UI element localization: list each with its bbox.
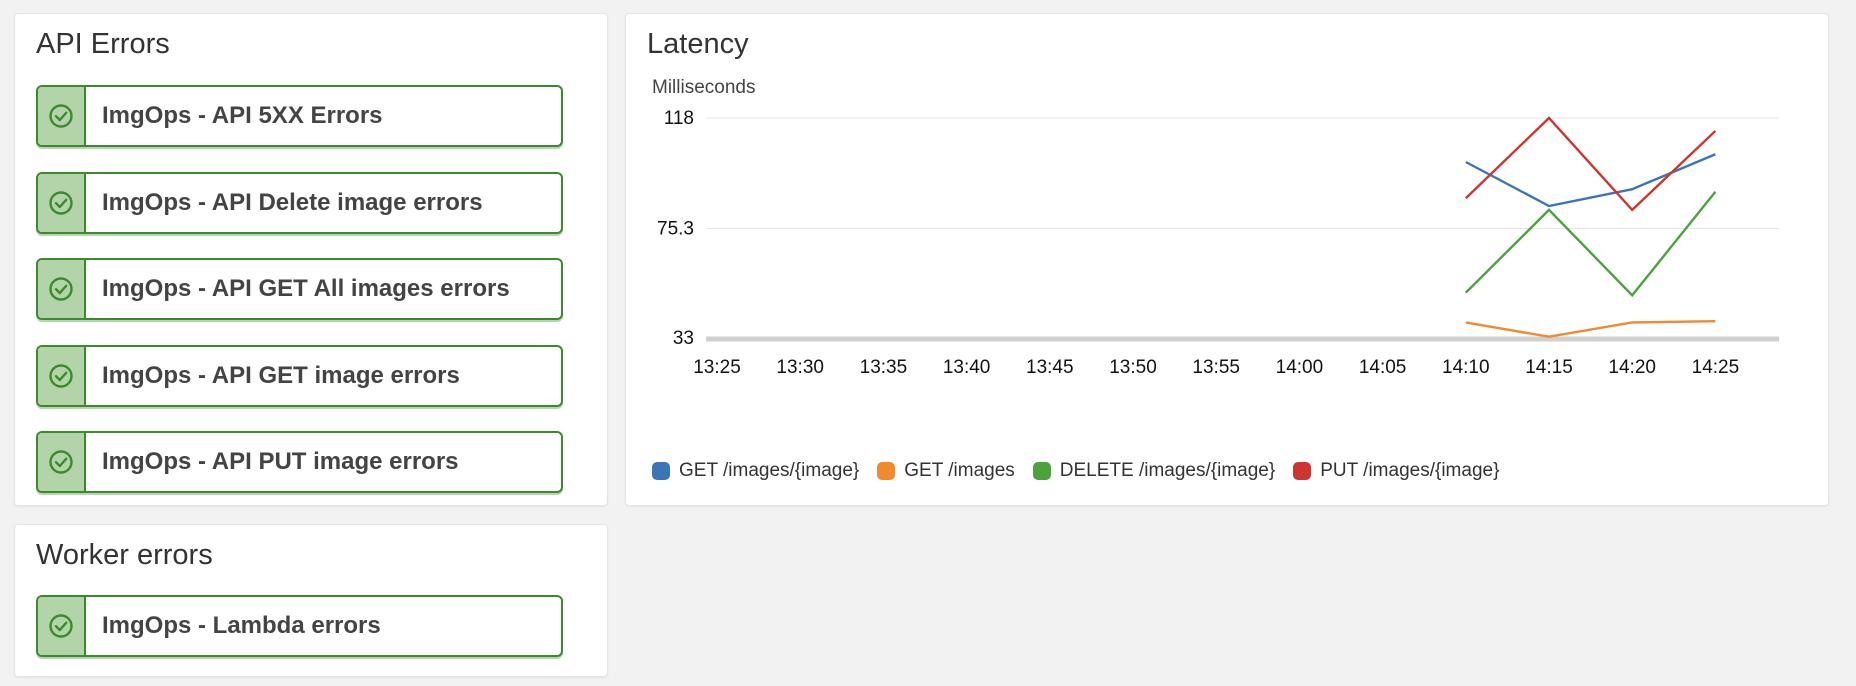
y-tick-label: 118 <box>664 108 694 129</box>
x-tick-label: 14:15 <box>1525 357 1573 378</box>
alarm-label: ImgOps - API Delete image errors <box>102 188 483 216</box>
legend-swatch <box>877 462 896 480</box>
legend-swatch <box>652 462 670 480</box>
x-tick-label: 13:30 <box>776 357 824 378</box>
check-circle-icon <box>49 450 73 474</box>
x-tick-label: 14:20 <box>1608 357 1656 378</box>
alarm-state-indicator <box>38 433 86 491</box>
alarm-status-button[interactable]: ImgOps - API GET image errors <box>36 344 563 407</box>
x-tick-label: 14:00 <box>1276 357 1324 378</box>
check-circle-icon <box>49 277 73 301</box>
legend-swatch <box>1293 462 1312 480</box>
x-tick-label: 14:25 <box>1692 357 1740 378</box>
alarm-state-indicator <box>38 346 86 405</box>
x-tick-label: 13:45 <box>1026 357 1074 378</box>
y-tick-label: 33 <box>673 328 694 349</box>
legend-item[interactable]: PUT /images/{image} <box>1293 460 1499 482</box>
x-tick-label: 13:50 <box>1109 357 1157 378</box>
alarm-label: ImgOps - API PUT image errors <box>102 448 459 475</box>
api-errors-title: API Errors <box>36 28 170 60</box>
legend-swatch <box>1032 462 1051 480</box>
alarm-status-button[interactable]: ImgOps - API GET All images errors <box>36 258 563 320</box>
x-tick-label: 13:55 <box>1192 357 1240 378</box>
check-circle-icon <box>49 614 73 638</box>
series-line <box>1464 116 1717 212</box>
x-tick-label: 13:40 <box>943 357 991 378</box>
alarm-status-button[interactable]: ImgOps - API PUT image errors <box>36 431 563 493</box>
legend-label: GET /images/{image} <box>679 460 860 481</box>
alarm-label: ImgOps - API 5XX Errors <box>102 102 383 129</box>
legend-label: DELETE /images/{image} <box>1059 460 1276 481</box>
legend-item[interactable]: GET /images <box>877 460 1015 482</box>
worker-errors-panel: Worker errors ImgOps - Lambda errors <box>14 524 608 677</box>
check-circle-icon <box>49 363 73 388</box>
chart-legend: GET /images/{image} GET /images DELETE /im… <box>652 460 1517 482</box>
api-errors-panel: API Errors ImgOps - API 5XX Errors ImgOps… <box>14 13 608 506</box>
latency-panel: Latency Milliseconds 118 75.3 33 13:25 13:30 1… <box>625 13 1829 506</box>
check-circle-icon <box>49 190 73 215</box>
latency-chart: Milliseconds 118 75.3 33 13:25 13:30 13:35 13:4… <box>652 77 1779 378</box>
series-line <box>1465 319 1716 338</box>
alarm-label: ImgOps - Lambda errors <box>102 612 381 639</box>
alarm-label: ImgOps - API GET All images errors <box>102 275 510 302</box>
series-line <box>1464 191 1717 298</box>
legend-item[interactable]: DELETE /images/{image} <box>1032 460 1276 482</box>
worker-errors-title: Worker errors <box>36 539 213 571</box>
y-tick-label: 75.3 <box>657 219 694 240</box>
x-tick-label: 14:05 <box>1359 357 1407 378</box>
legend-label: PUT /images/{image} <box>1320 460 1500 481</box>
legend-item[interactable]: GET /images/{image} <box>652 460 859 482</box>
x-tick-label: 13:25 <box>693 357 741 378</box>
alarm-status-button[interactable]: ImgOps - API 5XX Errors <box>36 85 563 147</box>
alarm-status-button[interactable]: ImgOps - API Delete image errors <box>36 171 563 234</box>
alarm-state-indicator <box>38 87 86 145</box>
check-circle-icon <box>49 104 73 128</box>
alarm-state-indicator <box>38 173 86 232</box>
y-axis-unit-label: Milliseconds <box>652 77 755 98</box>
x-tick-label: 14:10 <box>1442 357 1490 378</box>
alarm-label: ImgOps - API GET image errors <box>102 361 460 389</box>
x-tick-label: 13:35 <box>860 357 908 378</box>
legend-label: GET /images <box>904 460 1015 481</box>
alarm-status-button[interactable]: ImgOps - Lambda errors <box>36 595 563 657</box>
alarm-state-indicator <box>38 260 86 318</box>
alarm-state-indicator <box>38 597 86 655</box>
